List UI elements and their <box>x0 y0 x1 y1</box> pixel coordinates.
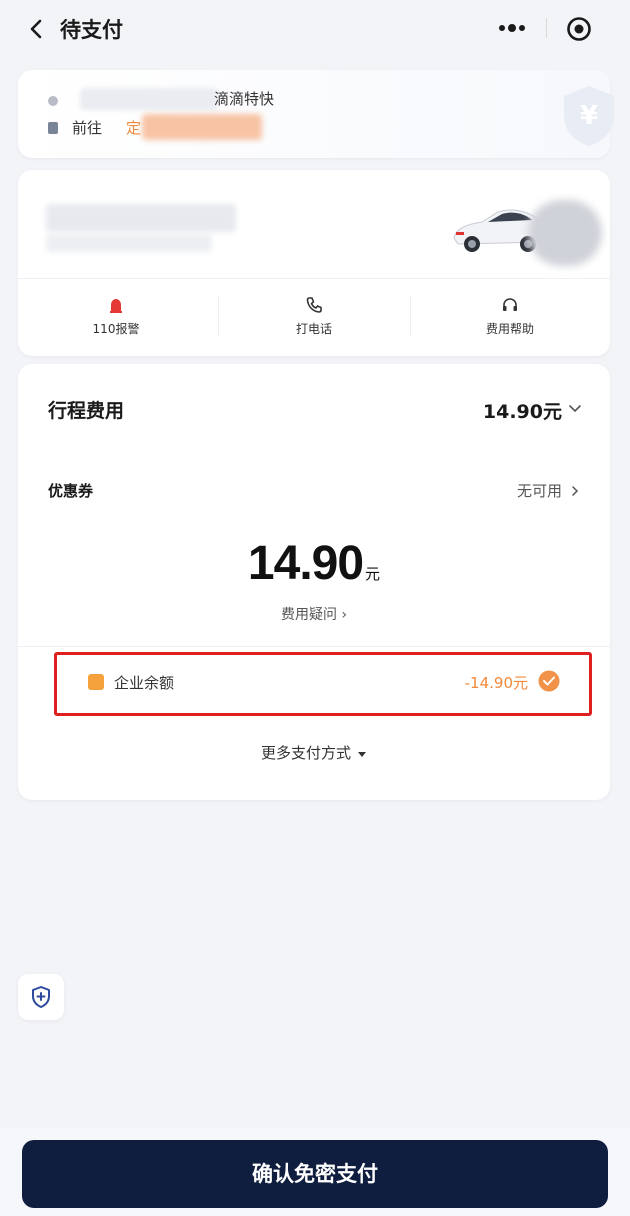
alarm-110-label: 110报警 <box>92 322 140 336</box>
more-payment-label: 更多支付方式 <box>260 744 351 762</box>
destination-flag-icon <box>48 122 58 134</box>
route-card: 滴滴特快 前往 定 ¥ <box>18 70 614 158</box>
yuan-shield-icon: ¥ <box>564 86 614 146</box>
confirm-payment-button[interactable]: 确认免密支付 <box>22 1140 608 1208</box>
call-driver-label: 打电话 <box>295 322 332 336</box>
target-circle-icon[interactable] <box>566 16 592 42</box>
coupon-label: 优惠券 <box>48 482 94 500</box>
redacted-start-address <box>80 88 218 110</box>
top-bar: 待支付 <box>0 0 630 58</box>
redacted-driver-avatar <box>528 200 602 266</box>
destination-highlight: 定 <box>126 119 142 137</box>
headset-icon <box>503 298 517 311</box>
back-arrow-icon[interactable] <box>26 16 48 42</box>
fee-question-link[interactable]: 费用疑问 › <box>18 604 610 624</box>
ride-type-label: 滴滴特快 <box>214 90 275 108</box>
total-amount: 14.90 <box>247 537 364 590</box>
alarm-110-button[interactable]: 110报警 <box>18 288 214 346</box>
highlight-annotation-box <box>54 652 592 716</box>
shield-plus-icon <box>32 986 50 1008</box>
svg-text:¥: ¥ <box>580 101 598 131</box>
page-title: 待支付 <box>60 18 123 42</box>
phone-icon <box>306 297 322 313</box>
fee-help-button[interactable]: 费用帮助 <box>412 288 608 346</box>
chevron-down-icon[interactable] <box>568 402 582 416</box>
caret-down-icon <box>358 751 366 757</box>
fee-card: 行程费用 14.90元 优惠券 无可用 14.90 元 费用疑问 › 企业余额 -… <box>18 364 610 800</box>
safety-center-button[interactable] <box>18 974 64 1020</box>
total-unit: 元 <box>365 565 381 583</box>
divider <box>18 646 610 647</box>
destination-label: 前往 <box>72 119 103 137</box>
driver-card: 110报警 打电话 费用帮助 <box>18 170 610 356</box>
redacted-driver-plate <box>46 204 236 232</box>
divider <box>410 296 411 336</box>
trip-fee-amount[interactable]: 14.90元 <box>483 397 562 424</box>
start-dot-icon <box>48 96 58 106</box>
trip-fee-title: 行程费用 <box>48 400 125 422</box>
call-driver-button[interactable]: 打电话 <box>216 288 412 346</box>
chevron-right-icon[interactable] <box>570 484 580 498</box>
alarm-icon <box>110 299 122 313</box>
redacted-destination <box>142 114 262 140</box>
more-dots-icon[interactable] <box>494 16 530 40</box>
redacted-driver-name <box>46 234 212 252</box>
fee-help-label: 费用帮助 <box>485 322 534 336</box>
more-payment-methods[interactable]: 更多支付方式 <box>18 742 610 763</box>
total-amount-display: 14.90 元 <box>18 536 610 591</box>
divider <box>18 278 610 279</box>
capsule-divider <box>546 18 547 38</box>
mini-program-capsule <box>482 8 610 48</box>
coupon-value[interactable]: 无可用 <box>517 480 562 501</box>
